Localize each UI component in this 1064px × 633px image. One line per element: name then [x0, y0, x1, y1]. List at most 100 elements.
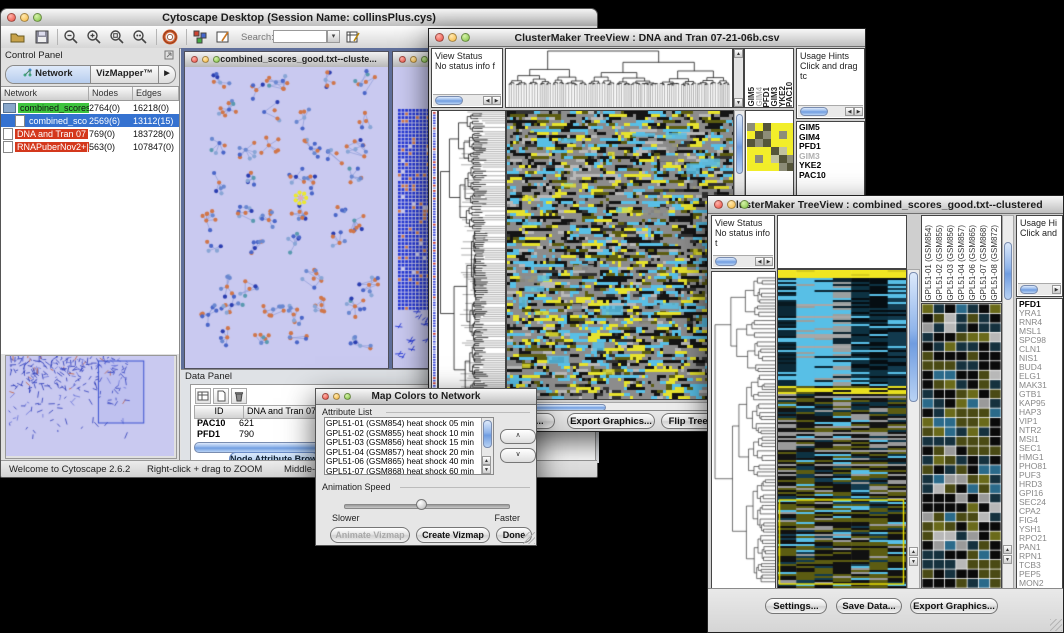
scroll-up-arrow-icon[interactable]: ▲: [909, 547, 918, 556]
zoom-button[interactable]: [740, 200, 749, 209]
scroll-thumb[interactable]: [435, 96, 463, 105]
treeview-dna-titlebar[interactable]: ClusterMaker TreeView : DNA and Tran 07-…: [429, 29, 865, 47]
minimize-button[interactable]: [202, 56, 209, 63]
column-label[interactable]: GIM5: [747, 87, 755, 107]
column-label[interactable]: GPL51-01 (GSM854): [924, 225, 935, 301]
gene-label[interactable]: GPI16: [1019, 489, 1062, 498]
new-attribute-icon[interactable]: [213, 388, 229, 404]
move-down-button[interactable]: ∨: [500, 448, 536, 463]
column-label[interactable]: PFD1: [762, 87, 770, 107]
main-titlebar[interactable]: Cytoscape Desktop (Session Name: collins…: [1, 9, 597, 27]
move-up-button[interactable]: ∧: [500, 429, 536, 444]
float-panel-icon[interactable]: [164, 50, 174, 63]
gene-label[interactable]: MAK31: [1019, 381, 1062, 390]
minimize-button[interactable]: [333, 393, 340, 400]
treeview-combined-titlebar[interactable]: ClusterMaker TreeView : combined_scores_…: [708, 196, 1063, 214]
gene-label[interactable]: CPA2: [1019, 507, 1062, 516]
attribute-item[interactable]: GPL51-07 (GSM868) heat shock 60 min: [326, 467, 481, 475]
column-label[interactable]: GPL51-07 (GSM868): [979, 225, 990, 301]
export-graphics-button[interactable]: Export Graphics...: [567, 413, 655, 429]
zoom-selected-icon[interactable]: [132, 29, 148, 45]
column-edges[interactable]: Edges: [133, 87, 179, 100]
scroll-right-arrow-icon[interactable]: ▶: [764, 257, 773, 266]
gene-label[interactable]: PAC10: [799, 171, 864, 181]
gene-label[interactable]: RNR4: [1019, 318, 1062, 327]
gene-label[interactable]: BUD4: [1019, 363, 1062, 372]
zoom-out-icon[interactable]: [63, 29, 79, 45]
scroll-right-arrow-icon[interactable]: ▶: [1052, 285, 1061, 294]
gene-label[interactable]: NIS1: [1019, 354, 1062, 363]
slider-thumb[interactable]: [416, 499, 427, 510]
animation-speed-slider[interactable]: [344, 504, 510, 509]
scroll-down-arrow-icon[interactable]: ▼: [1003, 555, 1012, 564]
scroll-up-arrow-icon[interactable]: ▲: [734, 49, 743, 58]
zoom-button[interactable]: [461, 33, 470, 42]
close-button[interactable]: [399, 56, 406, 63]
help-lifering-icon[interactable]: [162, 29, 178, 45]
scroll-up-arrow-icon[interactable]: ▲: [482, 456, 491, 465]
network-tree-row[interactable]: RNAPuberNov2+| 563(0) 107847(0): [1, 140, 179, 153]
vizmap-nodes-icon[interactable]: [192, 29, 208, 45]
search-input[interactable]: [273, 30, 327, 43]
gene-label[interactable]: MON2: [1019, 579, 1062, 588]
column-label[interactable]: PAC10: [785, 82, 793, 107]
zoom-fit-icon[interactable]: [109, 29, 125, 45]
gene-label[interactable]: TCB3: [1019, 561, 1062, 570]
gene-label[interactable]: NTR2: [1019, 426, 1062, 435]
row-dendrogram-canvas[interactable]: [712, 272, 775, 588]
scroll-thumb[interactable]: [1020, 285, 1038, 294]
column-label[interactable]: GIM3: [770, 87, 778, 107]
minimize-button[interactable]: [448, 33, 457, 42]
attribute-list-scrollbar[interactable]: ▲ ▼: [481, 418, 493, 474]
heatmap-vscrollbar[interactable]: ▲ ▼: [907, 269, 920, 589]
close-button[interactable]: [191, 56, 198, 63]
search-dropdown-arrow-icon[interactable]: ▾: [327, 30, 340, 43]
network-overview-panel[interactable]: [5, 355, 177, 459]
attribute-editor-icon[interactable]: [345, 29, 361, 45]
gene-label[interactable]: GIM5: [799, 123, 864, 133]
zoom-view-canvas[interactable]: [922, 304, 1001, 588]
create-vizmap-button[interactable]: Create Vizmap: [416, 527, 490, 543]
close-button[interactable]: [714, 200, 723, 209]
gene-label[interactable]: GIM4: [799, 133, 864, 143]
scroll-thumb[interactable]: [483, 420, 492, 448]
column-nodes[interactable]: Nodes: [89, 87, 133, 100]
gene-label[interactable]: PAN1: [1019, 543, 1062, 552]
column-label[interactable]: GPL51-02 (GSM855): [935, 225, 946, 301]
resize-grip[interactable]: [1050, 619, 1062, 631]
gene-label[interactable]: KAP95: [1019, 399, 1062, 408]
gene-label[interactable]: HAP3: [1019, 408, 1062, 417]
dendrogram-scroll-strip[interactable]: ▲ ▼: [733, 48, 744, 108]
scroll-thumb[interactable]: [736, 114, 743, 174]
gene-label[interactable]: SEC1: [1019, 444, 1062, 453]
save-data-button[interactable]: Save Data...: [836, 598, 902, 614]
close-button[interactable]: [435, 33, 444, 42]
column-network[interactable]: Network: [1, 87, 89, 100]
zoom-button[interactable]: [421, 56, 428, 63]
open-icon[interactable]: [9, 29, 25, 45]
gene-label[interactable]: YRA1: [1019, 309, 1062, 318]
gene-label[interactable]: PFD1: [1019, 300, 1062, 309]
view-status-scrollbar[interactable]: ◀ ▶: [713, 255, 773, 267]
gene-label[interactable]: HMG1: [1019, 453, 1062, 462]
gene-label[interactable]: GTB1: [1019, 390, 1062, 399]
column-dendrogram-canvas[interactable]: [506, 49, 732, 107]
zoom-button[interactable]: [213, 56, 220, 63]
scroll-thumb[interactable]: [1004, 242, 1012, 300]
scroll-down-arrow-icon[interactable]: ▼: [482, 465, 491, 474]
network-tree-row[interactable]: combined_scores_ 2764(0) 16218(0): [1, 101, 179, 114]
scroll-left-arrow-icon[interactable]: ◀: [483, 96, 492, 105]
scroll-down-arrow-icon[interactable]: ▼: [734, 98, 743, 107]
heatmap-canvas[interactable]: [507, 111, 733, 399]
column-label[interactable]: GPL51-06 (GSM865): [968, 225, 979, 301]
usage-hints-scrollbar[interactable]: ▶: [1018, 283, 1061, 295]
column-id[interactable]: ID: [195, 406, 244, 418]
correlation-matrix[interactable]: [747, 123, 794, 171]
gene-label[interactable]: SEC24: [1019, 498, 1062, 507]
scroll-left-arrow-icon[interactable]: ◀: [845, 107, 854, 116]
gene-label[interactable]: FIG4: [1019, 516, 1062, 525]
zoom-button[interactable]: [33, 13, 42, 22]
network-view-canvas[interactable]: [185, 67, 388, 368]
heatmap-canvas[interactable]: [778, 270, 906, 588]
gene-label[interactable]: PHO81: [1019, 462, 1062, 471]
